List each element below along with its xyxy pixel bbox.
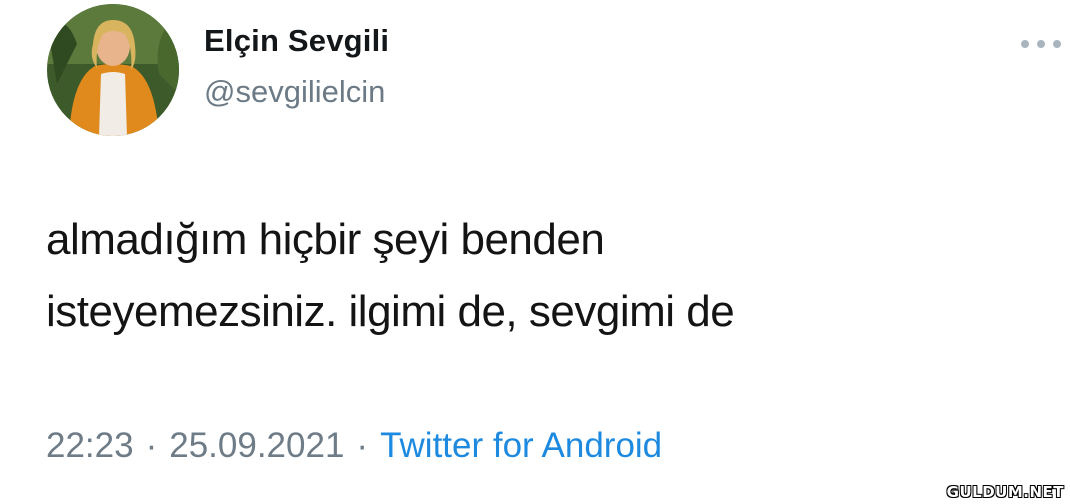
meta-separator: · (145, 426, 158, 465)
more-options-icon[interactable] (1018, 34, 1064, 54)
tweet-source-link[interactable]: Twitter for Android (380, 426, 662, 465)
tweet-card: Elçin Sevgili @sevgilielcin almadığım hi… (0, 0, 1070, 504)
tweet-text-line: almadığım hiçbir şeyi benden (46, 215, 605, 264)
tweet-time[interactable]: 22:23 (46, 426, 134, 465)
tweet-text: almadığım hiçbir şeyi benden isteyemezsi… (46, 204, 1046, 348)
profile-photo-icon (47, 4, 179, 136)
tweet-date[interactable]: 25.09.2021 (169, 426, 344, 465)
tweet-text-line: isteyemezsiniz. ilgimi de, sevgimi de (46, 287, 735, 336)
author-handle[interactable]: @sevgilielcin (204, 74, 385, 110)
watermark: GULDUM.NET (946, 483, 1064, 501)
tweet-meta: 22:23 · 25.09.2021 · Twitter for Android (46, 426, 662, 466)
avatar[interactable] (47, 4, 179, 136)
author-display-name[interactable]: Elçin Sevgili (204, 23, 389, 59)
meta-separator: · (356, 426, 369, 465)
